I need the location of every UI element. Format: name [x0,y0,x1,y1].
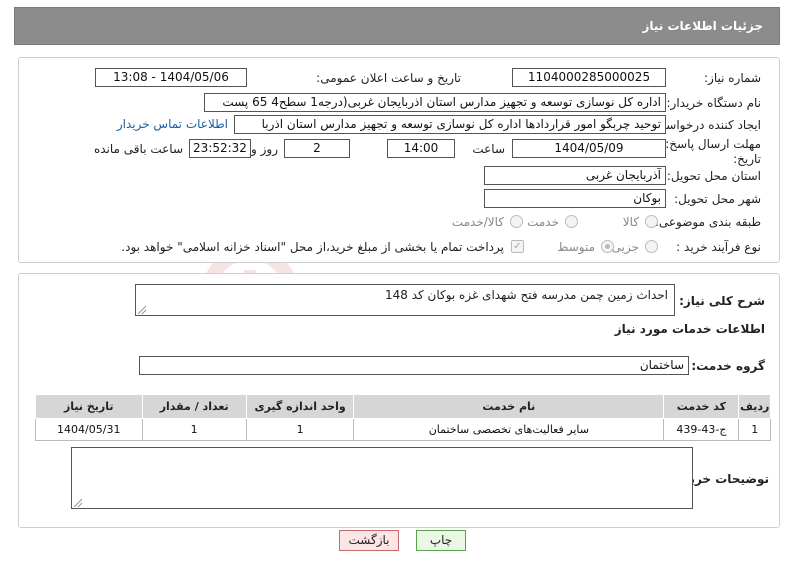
services-table: ردیف کد خدمت نام خدمت واحد اندازه گیری ت… [35,394,771,441]
deadline-date-label: تاریخ: [733,152,761,166]
process-label: نوع فرآیند خرید : [676,240,761,254]
buyer-contact-link[interactable]: اطلاعات تماس خریدار [117,117,228,131]
service-group-label: گروه خدمت: [691,359,765,373]
remaining-time-field: 23:52:32 [189,139,251,158]
province-field: آذربایجان غربی [484,166,666,185]
process-medium-label: متوسط [557,240,595,254]
page-title: جزئیات اطلاعات نیاز [642,19,763,33]
category-goods-label: کالا [622,215,639,229]
cell-qty: 1 [141,418,247,441]
col-date: تاریخ نیاز [35,394,143,419]
col-name: نام خدمت [353,394,665,419]
category-service-label: خدمت [527,215,559,229]
buyer-notes-field[interactable] [71,447,693,509]
print-button[interactable]: چاپ [416,530,466,551]
col-index: ردیف [738,394,771,419]
deadline-time-field: 14:00 [387,139,455,158]
buyer-org-label: نام دستگاه خریدار: [666,96,762,110]
buyer-org-field: اداره کل نوسازی توسعه و تجهیز مدارس استا… [204,93,666,112]
process-minor-label: جزیی [611,240,639,254]
col-unit: واحد اندازه گیری [245,394,355,419]
process-minor-radio[interactable] [645,240,658,253]
table-row: 1 ج-43-439 سایر فعالیت‌های تخصصی ساختمان… [35,418,771,441]
summary-label: شرح کلی نیاز: [679,294,765,308]
province-label: استان محل تحویل: [666,169,761,183]
category-mixed-radio[interactable] [510,215,523,228]
city-field: بوکان [484,189,666,208]
table-header-row: ردیف کد خدمت نام خدمت واحد اندازه گیری ت… [35,394,771,419]
cell-unit: 1 [245,418,355,441]
summary-text: احداث زمین چمن مدرسه فتح شهدای غزه بوکان… [384,288,668,302]
need-number-label: شماره نیاز: [704,71,761,85]
treasury-checkbox[interactable]: ✓ [511,240,524,253]
payment-note: پرداخت تمام یا بخشی از مبلغ خرید،از محل … [121,240,504,254]
summary-field: احداث زمین چمن مدرسه فتح شهدای غزه بوکان… [135,284,675,316]
page-header: جزئیات اطلاعات نیاز [14,7,780,45]
cell-index: 1 [738,418,771,441]
need-number-field: 1104000285000025 [512,68,666,87]
services-section-title: اطلاعات خدمات مورد نیاز [614,322,765,336]
deadline-time-label: ساعت [472,142,505,156]
category-goods-radio[interactable] [645,215,658,228]
creator-field: توحید چربگو امور قراردادها اداره کل نوسا… [234,115,666,134]
need-info-panel: شماره نیاز: 1104000285000025 تاریخ و ساع… [18,57,780,263]
days-label: روز و [251,142,278,156]
category-mixed-label: کالا/خدمت [451,215,504,229]
deadline-label: مهلت ارسال پاسخ: تا [654,137,761,151]
back-button[interactable]: بازگشت [339,530,399,551]
deadline-date-field: 1404/05/09 [512,139,666,158]
announce-label: تاریخ و ساعت اعلان عمومی: [316,71,461,85]
resize-grip-icon[interactable] [74,499,82,507]
remaining-label: ساعت باقی مانده [93,142,183,156]
cell-date: 1404/05/31 [35,418,143,441]
services-panel: شرح کلی نیاز: احداث زمین چمن مدرسه فتح ش… [18,273,780,528]
creator-label: ایجاد کننده درخواست: [650,118,761,132]
category-service-radio[interactable] [565,215,578,228]
col-code: کد خدمت [663,394,740,419]
process-medium-radio[interactable] [601,240,614,253]
service-group-field: ساختمان [139,356,689,375]
cell-name: سایر فعالیت‌های تخصصی ساختمان [353,418,665,441]
col-qty: تعداد / مقدار [141,394,247,419]
category-label: طبقه بندی موضوعی: [654,215,761,229]
days-field: 2 [284,139,350,158]
cell-code: ج-43-439 [663,418,740,441]
city-label: شهر محل تحویل: [674,192,761,206]
announce-field: 1404/05/06 - 13:08 [95,68,247,87]
resize-grip-icon[interactable] [138,306,146,314]
